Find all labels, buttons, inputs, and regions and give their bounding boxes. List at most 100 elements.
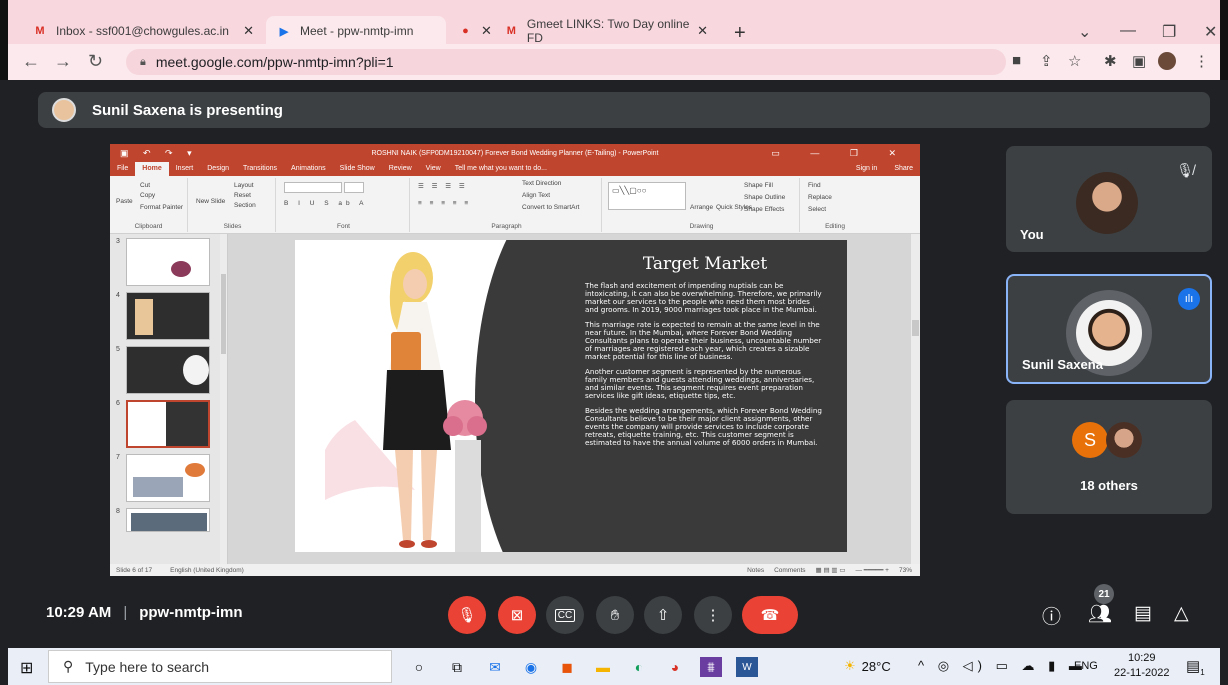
temperature: 28°C bbox=[861, 658, 891, 674]
chevron-down-icon[interactable]: ⌄ bbox=[1078, 22, 1091, 42]
layout-label: Layout bbox=[234, 182, 254, 189]
new-slide-label: New Slide bbox=[196, 198, 226, 205]
task-view-icon[interactable]: ⧉ bbox=[446, 657, 468, 677]
tab-meet[interactable]: ▶ Meet - ppw-nmtp-imn bbox=[266, 16, 446, 46]
profile-avatar[interactable] bbox=[1158, 52, 1176, 70]
format-painter-label: Format Painter bbox=[140, 204, 183, 211]
participant-name: Sunil Saxena bbox=[1022, 357, 1103, 372]
ppt-tab-animations: Animations bbox=[291, 165, 326, 172]
ribbon-group-font: B I U S ab A Font bbox=[278, 178, 410, 232]
editing-group-label: Editing bbox=[825, 223, 845, 230]
presenting-banner: Sunil Saxena is presenting bbox=[38, 92, 1210, 128]
hand-icon: ✋︎ bbox=[610, 606, 620, 624]
tab-gmeet-links[interactable]: ● ✕ M Gmeet LINKS: Two Day online FD ✕ bbox=[448, 16, 718, 46]
file-explorer-icon[interactable]: ▬ bbox=[592, 657, 614, 677]
slide-thumbnails-pane: 3 4 5 6 7 8 bbox=[110, 234, 228, 564]
omnibox[interactable]: 🔒︎ meet.google.com/ppw-nmtp-imn?pli=1 bbox=[126, 49, 1006, 75]
hang-up-icon: ☎︎ bbox=[760, 607, 780, 624]
close-icon[interactable]: ✕ bbox=[697, 23, 708, 39]
ppt-status-bar: Slide 6 of 17 English (United Kingdom) N… bbox=[110, 564, 920, 576]
forward-icon[interactable]: → bbox=[54, 51, 72, 72]
system-tray-icons[interactable]: ^ ◎ ◁) ▭ ☁ ▮ ▬ bbox=[918, 658, 1087, 674]
weather-icon: ☀ bbox=[844, 658, 856, 673]
recording-dot-icon: ● bbox=[462, 25, 469, 37]
close-window-icon[interactable]: ✕ bbox=[1204, 22, 1217, 42]
notification-icon[interactable]: ▤1 bbox=[1186, 657, 1205, 677]
close-icon[interactable]: ✕ bbox=[243, 23, 254, 39]
slides-group-label: Slides bbox=[223, 223, 242, 230]
quick-access-icons: ▣ ↶ ↷ ▾ bbox=[120, 147, 198, 158]
meet-stage: Sunil Saxena is presenting ▣ ↶ ↷ ▾ ROSHN… bbox=[8, 80, 1220, 648]
restore-icon[interactable]: ❐ bbox=[1162, 22, 1176, 42]
present-button[interactable]: ⇧ bbox=[644, 596, 682, 634]
notification-count: 1 bbox=[1200, 668, 1205, 677]
find-label: Find bbox=[808, 182, 821, 189]
mail-icon[interactable]: ✉ bbox=[484, 657, 506, 677]
participant-tile-you[interactable]: 🎙︎̸ You bbox=[1006, 146, 1212, 252]
font-format-icons: B I U S ab A bbox=[284, 200, 368, 207]
ribbon-group-drawing: ▭╲╲▢○○ Arrange Quick Styles Shape Fill S… bbox=[604, 178, 800, 232]
windows-start-icon[interactable]: ⊞ bbox=[20, 658, 33, 678]
slide-scrollbar bbox=[911, 234, 920, 564]
reload-icon[interactable]: ↻ bbox=[88, 51, 103, 72]
text-direction-label: Text Direction bbox=[522, 180, 562, 187]
participant-tile-sunil[interactable]: ılı Sunil Saxena bbox=[1006, 274, 1212, 384]
word-icon[interactable]: W bbox=[736, 657, 758, 677]
chrome-icon[interactable]: ◕ bbox=[664, 657, 686, 677]
ppt-sign-in: Sign in bbox=[855, 165, 878, 172]
extensions-icon[interactable]: ✱ bbox=[1104, 52, 1117, 70]
cut-label: Cut bbox=[140, 182, 151, 189]
camera-icon[interactable]: ■ bbox=[1012, 52, 1021, 69]
language-indicator[interactable]: ENG bbox=[1074, 660, 1098, 672]
ppt-title-bar: ▣ ↶ ↷ ▾ ROSHNI NAIK (SFP0DM19210047) For… bbox=[110, 144, 920, 162]
back-icon[interactable]: ← bbox=[22, 51, 40, 72]
slide-text-block: Target Market The flash and excitement o… bbox=[585, 254, 825, 454]
arrange-label: Arrange bbox=[690, 204, 714, 211]
edge-legacy-icon[interactable]: ◉ bbox=[520, 657, 542, 677]
activities-icon[interactable]: △ bbox=[1174, 602, 1189, 625]
meet-icon: ▶ bbox=[279, 25, 289, 38]
bookmark-star-icon[interactable]: ☆ bbox=[1068, 52, 1081, 70]
people-count-badge: 21 bbox=[1094, 584, 1114, 604]
info-icon[interactable]: ⓘ bbox=[1042, 602, 1061, 629]
ppt-ribbon-tabs: File Home Insert Design Transitions Anim… bbox=[110, 162, 920, 176]
tab-gmail-inbox[interactable]: M Inbox - ssf001@chowgules.ac.in ✕ bbox=[22, 16, 264, 46]
thumb-number: 5 bbox=[116, 346, 120, 353]
avatar bbox=[1076, 172, 1138, 234]
cortana-icon[interactable]: ○ bbox=[408, 657, 430, 677]
zoom-level: 73% bbox=[898, 566, 912, 574]
leave-call-button[interactable]: ☎︎ bbox=[742, 596, 798, 634]
edge-icon[interactable]: ◐ bbox=[628, 657, 650, 677]
avatar bbox=[52, 98, 76, 122]
raise-hand-button[interactable]: ✋︎ bbox=[596, 596, 634, 634]
participant-tile-others[interactable]: S 18 others bbox=[1006, 400, 1212, 514]
copy-label: Copy bbox=[140, 192, 156, 199]
slide-thumbnail bbox=[126, 454, 210, 502]
app-icon[interactable]: ⩩ bbox=[700, 657, 722, 677]
new-tab-button[interactable]: + bbox=[734, 22, 746, 45]
replace-label: Replace bbox=[808, 194, 832, 201]
sidepanel-icon[interactable]: ▣ bbox=[1132, 52, 1146, 70]
more-options-button[interactable]: ⋮ bbox=[694, 596, 732, 634]
mic-off-button[interactable]: 🎙︎ bbox=[448, 596, 486, 634]
camera-off-button[interactable]: ⊠ bbox=[498, 596, 536, 634]
menu-kebab-icon[interactable]: ⋮ bbox=[1194, 52, 1209, 70]
chat-icon[interactable]: ▤ bbox=[1134, 602, 1152, 625]
weather-widget[interactable]: ☀ 28°C bbox=[844, 658, 891, 674]
captions-button[interactable]: CC bbox=[546, 596, 584, 634]
ppt-share: Share bbox=[894, 165, 913, 172]
thumbs-scrollbar[interactable] bbox=[220, 234, 227, 564]
meeting-time: 10:29 AM bbox=[46, 604, 112, 621]
paste-label: Paste bbox=[116, 198, 133, 205]
office-icon[interactable]: ◼ bbox=[556, 657, 578, 677]
ppt-tab-view: View bbox=[425, 165, 441, 172]
taskbar-search[interactable]: ⚲ Type here to search bbox=[48, 650, 392, 683]
close-icon[interactable]: ✕ bbox=[481, 23, 492, 39]
share-icon[interactable]: ⇪ bbox=[1040, 52, 1053, 70]
search-placeholder: Type here to search bbox=[85, 658, 210, 675]
people-icon[interactable]: 👥︎ bbox=[1088, 602, 1112, 626]
thumb-number: 7 bbox=[116, 454, 120, 461]
taskbar-clock[interactable]: 10:29 22-11-2022 bbox=[1114, 651, 1169, 681]
clock-time: 10:29 bbox=[1127, 652, 1156, 664]
minimize-icon[interactable]: — bbox=[1120, 22, 1136, 40]
